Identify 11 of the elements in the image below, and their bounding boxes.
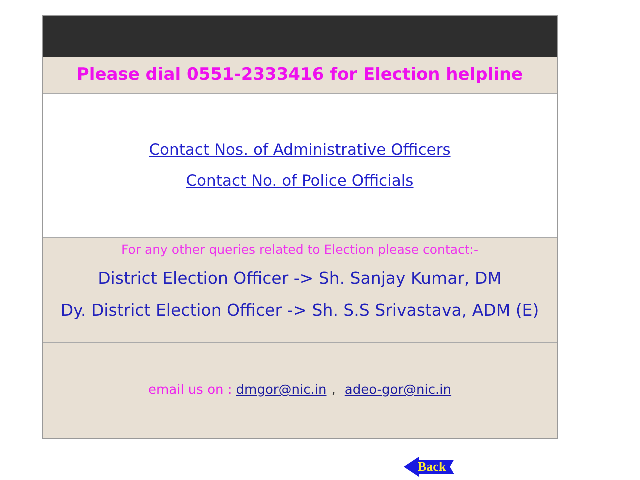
back-button[interactable]: Back bbox=[404, 457, 454, 477]
contact-link[interactable]: Contact No. of Police Officials bbox=[186, 172, 414, 190]
queries-text: For any other queries related to Election please contact:- bbox=[121, 242, 479, 257]
email-label: email us on : bbox=[148, 383, 232, 398]
separator-text: , bbox=[332, 383, 336, 398]
officer-text: Dy. District Election Officer -> Sh. S.S Srivastava, ADM (E) bbox=[60, 301, 540, 321]
contact-link[interactable]: Contact Nos. of Administrative Officers bbox=[149, 141, 451, 159]
officer-text: District Election Officer -> Sh. Sanjay Kumar, DM bbox=[98, 269, 502, 289]
email-link[interactable]: dmgor@nic.in bbox=[236, 383, 327, 398]
helpline-text: Please dial 0551-2333416 for Election helpline bbox=[76, 65, 524, 85]
email-link[interactable]: adeo-gor@nic.in bbox=[344, 383, 452, 398]
